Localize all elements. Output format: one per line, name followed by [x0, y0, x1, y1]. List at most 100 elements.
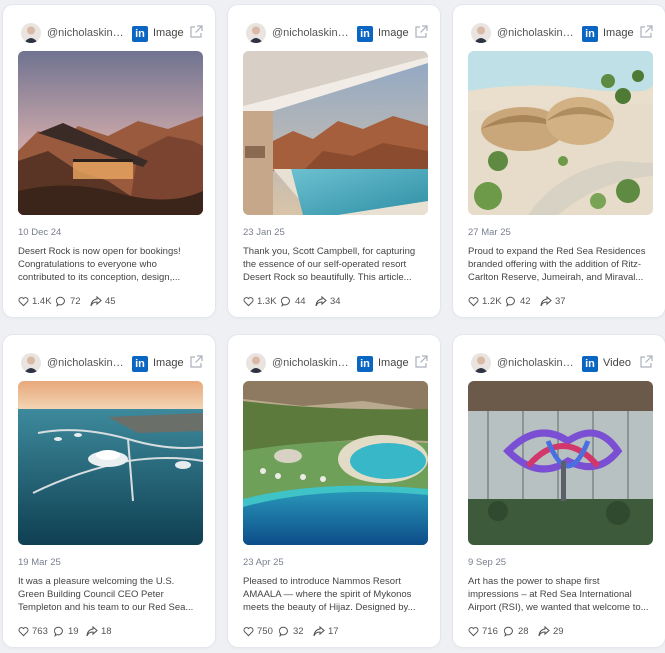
post-image[interactable]	[18, 381, 203, 545]
shares-stat: 29	[538, 624, 564, 638]
comment-icon	[279, 626, 288, 637]
shares-stat: 34	[315, 294, 341, 308]
media-type-label: Video	[603, 357, 631, 369]
avatar	[246, 353, 266, 373]
heart-icon	[18, 296, 29, 306]
external-link-icon[interactable]	[189, 355, 203, 369]
engagement-stats: 1.4K 72 45	[18, 294, 203, 308]
likes-count: 1.4K	[32, 295, 52, 307]
likes-stat: 716	[468, 624, 498, 638]
media-type-label: Image	[153, 27, 184, 39]
post-card[interactable]: @nicholaskingi... in Video 9 Sep 25 Art …	[453, 335, 665, 647]
share-icon	[313, 625, 325, 636]
media-type-label: Image	[378, 27, 409, 39]
shares-count: 45	[105, 295, 116, 307]
likes-stat: 1.4K	[18, 294, 52, 308]
author-handle[interactable]: @nicholaskingi...	[497, 27, 579, 39]
external-link-icon[interactable]	[189, 25, 203, 39]
post-card[interactable]: @nicholaskingi... in Image	[228, 335, 440, 647]
likes-count: 716	[482, 625, 498, 637]
linkedin-icon: in	[582, 356, 598, 372]
media-type-label: Image	[378, 357, 409, 369]
card-header: @nicholaskingi... in Image	[453, 15, 665, 51]
engagement-stats: 716 28 29	[468, 624, 653, 638]
post-caption: Art has the power to shape first impress…	[468, 576, 649, 613]
comment-icon	[54, 626, 63, 637]
comments-stat: 44	[281, 294, 306, 308]
share-icon	[90, 295, 102, 306]
linkedin-icon: in	[132, 26, 148, 42]
post-card[interactable]: @nicholaskingi... in Image	[3, 335, 215, 647]
shares-stat: 37	[540, 294, 566, 308]
post-caption: Proud to expand the Red Sea Residences b…	[468, 246, 646, 283]
linkedin-icon: in	[132, 356, 148, 372]
author-handle[interactable]: @nicholaskingi...	[47, 357, 129, 369]
post-card[interactable]: @nicholaskingi... in Image	[228, 5, 440, 317]
author-handle[interactable]: @nicholaskingi...	[272, 357, 354, 369]
card-header: @nicholaskingi... in Image	[228, 345, 440, 381]
author-handle[interactable]: @nicholaskingi...	[47, 27, 129, 39]
post-date: 19 Mar 25	[18, 557, 61, 568]
engagement-stats: 763 19 18	[18, 624, 203, 638]
likes-count: 1.3K	[257, 295, 277, 307]
avatar	[471, 23, 491, 43]
avatar	[21, 23, 41, 43]
comment-icon	[504, 626, 513, 637]
card-header: @nicholaskingi... in Image	[3, 15, 215, 51]
post-date: 23 Jan 25	[243, 227, 285, 238]
likes-stat: 1.3K	[243, 294, 277, 308]
post-image[interactable]	[468, 51, 653, 215]
comments-stat: 28	[504, 624, 529, 638]
external-link-icon[interactable]	[639, 355, 653, 369]
shares-count: 37	[555, 295, 566, 307]
media-type-label: Image	[153, 357, 184, 369]
author-handle[interactable]: @nicholaskingi...	[497, 357, 579, 369]
linkedin-icon: in	[582, 26, 598, 42]
engagement-stats: 1.2K 42 37	[468, 294, 653, 308]
avatar	[21, 353, 41, 373]
comments-count: 19	[68, 625, 79, 637]
share-icon	[540, 295, 552, 306]
likes-count: 763	[32, 625, 48, 637]
comments-count: 32	[293, 625, 304, 637]
linkedin-icon: in	[357, 356, 373, 372]
likes-stat: 750	[243, 624, 273, 638]
engagement-stats: 750 32 17	[243, 624, 428, 638]
external-link-icon[interactable]	[414, 25, 428, 39]
comments-stat: 32	[279, 624, 304, 638]
comment-icon	[56, 296, 65, 307]
card-header: @nicholaskingi... in Video	[453, 345, 665, 381]
post-caption: Desert Rock is now open for bookings! Co…	[18, 246, 181, 283]
post-date: 23 Apr 25	[243, 557, 284, 568]
post-image[interactable]	[18, 51, 203, 215]
likes-count: 750	[257, 625, 273, 637]
post-image[interactable]	[468, 381, 653, 545]
comments-count: 44	[295, 295, 306, 307]
avatar	[471, 353, 491, 373]
media-type-label: Image	[603, 27, 634, 39]
comment-icon	[506, 296, 515, 307]
card-header: @nicholaskingi... in Image	[3, 345, 215, 381]
post-image[interactable]	[243, 51, 428, 215]
heart-icon	[243, 296, 254, 306]
post-date: 10 Dec 24	[18, 227, 62, 238]
post-caption: It was a pleasure welcoming the U.S. Gre…	[18, 576, 194, 613]
share-icon	[538, 625, 550, 636]
shares-stat: 17	[313, 624, 339, 638]
author-handle[interactable]: @nicholaskingi...	[272, 27, 354, 39]
post-card[interactable]: @nicholaskingi... in Image 10 Dec 24 Des…	[3, 5, 215, 317]
post-caption: Thank you, Scott Campbell, for capturing…	[243, 246, 416, 283]
avatar	[246, 23, 266, 43]
comments-stat: 42	[506, 294, 531, 308]
shares-count: 29	[553, 625, 564, 637]
post-card[interactable]: @nicholaskingi... in Image	[453, 5, 665, 317]
shares-count: 18	[101, 625, 112, 637]
comments-stat: 72	[56, 294, 81, 308]
linkedin-icon: in	[357, 26, 373, 42]
external-link-icon[interactable]	[639, 25, 653, 39]
external-link-icon[interactable]	[414, 355, 428, 369]
comments-count: 72	[70, 295, 81, 307]
post-date: 9 Sep 25	[468, 557, 507, 568]
post-caption: Pleased to introduce Nammos Resort AMAAL…	[243, 576, 416, 613]
post-image[interactable]	[243, 381, 428, 545]
